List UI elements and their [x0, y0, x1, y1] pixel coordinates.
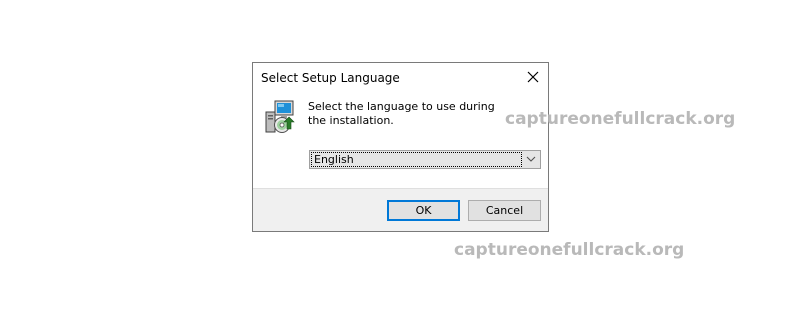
- close-icon: [527, 71, 539, 83]
- setup-computer-icon: [262, 99, 296, 135]
- dialog-title: Select Setup Language: [261, 71, 400, 85]
- dialog-footer: OK Cancel: [253, 188, 548, 231]
- language-select-value: English: [311, 152, 522, 167]
- page: Select Setup Language Select the languag…: [0, 0, 800, 317]
- close-button[interactable]: [518, 63, 548, 92]
- dialog-titlebar: Select Setup Language: [253, 63, 548, 93]
- language-select[interactable]: English: [309, 150, 541, 169]
- chevron-down-icon: [526, 156, 536, 162]
- select-language-dialog: Select Setup Language Select the languag…: [252, 62, 549, 232]
- watermark-text: captureonefullcrack.org: [505, 109, 736, 129]
- cancel-button[interactable]: Cancel: [468, 200, 541, 221]
- watermark-text: captureonefullcrack.org: [454, 240, 685, 260]
- prompt-text: Select the language to use during the in…: [308, 100, 495, 127]
- ok-button[interactable]: OK: [387, 200, 460, 221]
